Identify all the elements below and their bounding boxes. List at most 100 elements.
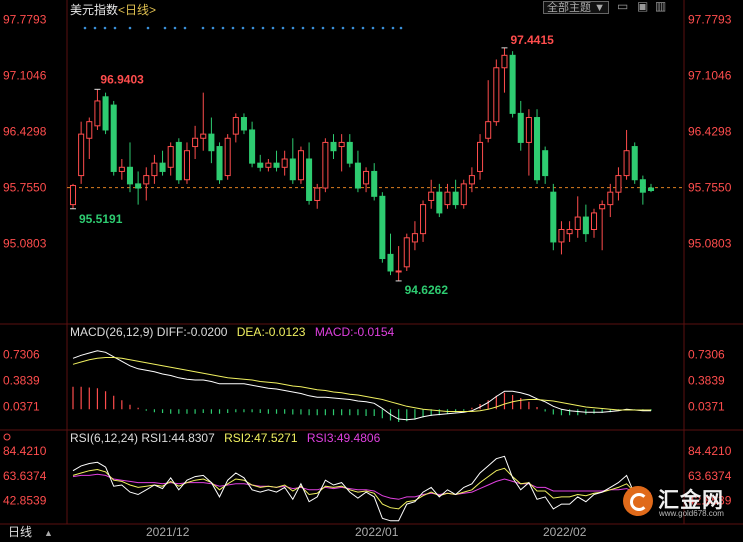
macd-tick-label: 0.3839	[688, 373, 725, 387]
period-label: 日线	[8, 525, 33, 539]
candle-body	[468, 175, 475, 185]
candle-body	[354, 162, 361, 189]
candle-body	[647, 187, 655, 192]
price-tick-label: 95.7550	[688, 181, 732, 195]
candle-body	[444, 191, 451, 206]
restore-icon[interactable]: ▣	[637, 0, 648, 13]
event-dot	[361, 26, 365, 30]
rsi-tick-label: 63.6374	[688, 469, 732, 483]
chart-title: 美元指数<日线>	[70, 1, 156, 18]
candle-body	[493, 67, 500, 123]
date-tick: 2022/02	[543, 525, 587, 539]
candle-body	[379, 195, 386, 260]
candle-body	[509, 54, 516, 114]
logo-icon	[623, 486, 653, 516]
candle-body	[338, 141, 345, 148]
candlestick-series	[69, 47, 655, 281]
candle-body	[216, 146, 223, 181]
candle-body	[240, 117, 247, 131]
candle-body	[232, 117, 239, 135]
candle-body	[436, 191, 443, 214]
candle-body	[249, 129, 256, 164]
event-dot	[211, 26, 215, 30]
event-dot	[241, 26, 245, 30]
event-dot	[371, 26, 375, 30]
candle-body	[452, 191, 459, 206]
event-dot	[331, 26, 335, 30]
watermark: 汇金网 www.gold678.com	[620, 483, 738, 523]
candle-body	[363, 170, 370, 185]
candle-body	[159, 162, 166, 172]
triangle-up-icon: ▲	[44, 528, 53, 538]
candle-body	[371, 170, 378, 197]
price-tick-label: 97.7793	[3, 13, 47, 27]
rsi-params: RSI(6,12,24)	[70, 431, 139, 445]
candle-body	[542, 150, 549, 177]
candle-body	[615, 175, 622, 193]
candle-body	[525, 117, 532, 143]
candle-body	[143, 175, 150, 185]
event-dot	[301, 26, 305, 30]
candle-body	[183, 150, 190, 181]
price-tick-label: 96.4298	[688, 125, 732, 139]
candle-body	[110, 104, 117, 172]
minimize-icon[interactable]: ▭	[617, 0, 628, 13]
price-tick-label: 96.4298	[3, 125, 47, 139]
event-dot	[146, 26, 150, 30]
macd-dea-line	[72, 357, 651, 412]
price-tick-label: 97.7793	[688, 13, 732, 27]
rsi-tick-label: 84.4210	[688, 444, 732, 458]
macd-diff-line	[72, 350, 651, 421]
macd-dea-value: DEA:-0.0123	[236, 325, 306, 339]
theme-select[interactable]: 全部主题 ▼	[543, 1, 609, 14]
candle-body	[485, 121, 492, 139]
macd-params: MACD(26,12,9)	[70, 325, 154, 339]
candle-body	[395, 270, 402, 273]
candle-body	[607, 191, 614, 206]
instrument-name: 美元指数	[70, 3, 119, 17]
event-dot	[351, 26, 355, 30]
candle-body	[599, 204, 606, 210]
event-dot	[113, 26, 117, 30]
price-tick-label: 97.1046	[688, 69, 732, 83]
candle-body	[403, 237, 410, 268]
candle-body	[550, 191, 557, 243]
candle-body	[192, 137, 199, 148]
rsi2-value: RSI2:47.5271	[224, 431, 298, 445]
layout-icon[interactable]: ▥	[655, 0, 666, 13]
candle-body	[69, 185, 77, 206]
event-dot	[391, 26, 395, 30]
event-dot	[291, 26, 295, 30]
date-tick: 2021/12	[146, 525, 190, 539]
candle-body	[78, 133, 85, 177]
candle-body	[281, 158, 288, 168]
price-tick-label: 95.0803	[3, 237, 47, 251]
period-tag[interactable]: <日线>	[118, 3, 156, 17]
event-dot	[221, 26, 225, 30]
rsi1-line	[72, 455, 652, 522]
watermark-url: www.gold678.com	[659, 509, 724, 518]
candle-body	[428, 191, 435, 201]
rsi3-value: RSI3:49.4806	[306, 431, 381, 445]
candle-body	[273, 162, 280, 168]
macd-tick-label: 0.3839	[3, 373, 40, 387]
candle-body	[411, 233, 418, 243]
event-dot	[231, 26, 235, 30]
candle-body	[330, 141, 337, 152]
candle-body	[387, 253, 394, 272]
candle-body	[94, 100, 101, 127]
candle-body	[86, 121, 93, 139]
event-dot	[399, 26, 403, 30]
candle-body	[175, 141, 182, 181]
event-dot	[93, 26, 97, 30]
candle-body	[501, 54, 508, 69]
candle-body	[558, 229, 565, 243]
candle-body	[314, 187, 321, 201]
event-dot	[183, 26, 187, 30]
period-selector[interactable]: 日线 ▲	[0, 524, 70, 541]
candle-body	[306, 158, 313, 201]
event-dot	[83, 26, 87, 30]
event-dots	[83, 26, 403, 30]
rsi2-line	[72, 467, 651, 510]
candle-body	[623, 150, 630, 177]
